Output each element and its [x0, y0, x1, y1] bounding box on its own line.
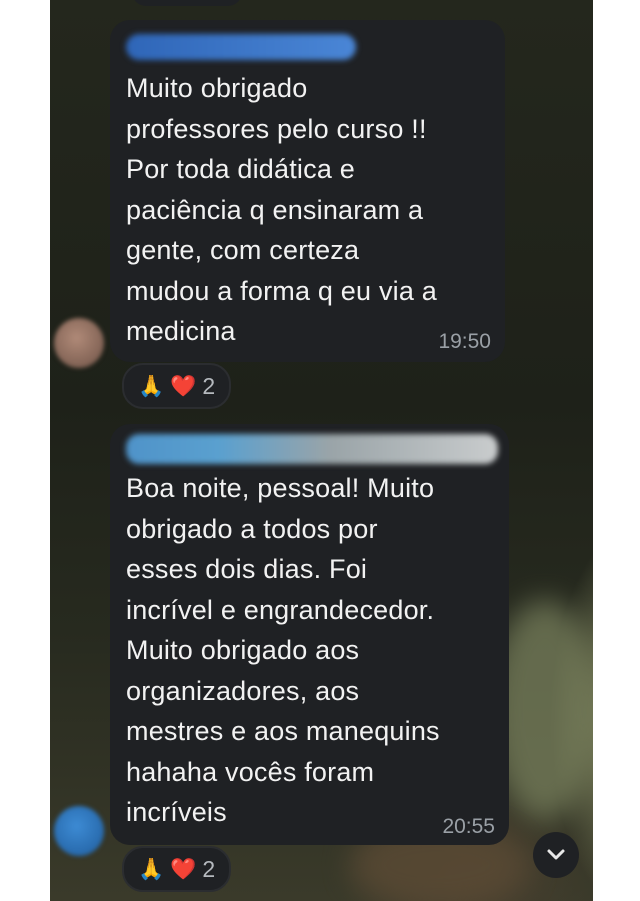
pray-icon: 🙏: [138, 856, 165, 881]
message-line: obrigado a todos por: [126, 513, 378, 544]
message-line: hahaha vocês foram: [126, 756, 375, 787]
message-line: Muito obrigado: [126, 73, 308, 103]
scroll-down-button[interactable]: [533, 832, 579, 878]
message-line: Por toda didática e: [126, 154, 355, 184]
chat-area[interactable]: Muito obrigado professores pelo curso !!…: [50, 0, 593, 901]
message-text: Muito obrigado professores pelo curso !!…: [126, 68, 437, 352]
message-text: Boa noite, pessoal! Muito obrigado a tod…: [126, 468, 440, 833]
heart-icon: ❤️: [170, 856, 197, 881]
message-line: mudou a forma q eu via a: [126, 275, 437, 306]
reaction-count: 2: [202, 372, 216, 399]
message-bubble[interactable]: Boa noite, pessoal! Muito obrigado a tod…: [110, 424, 509, 845]
reactions-pill[interactable]: 🙏 ❤️ 2: [122, 846, 232, 892]
message-bubble[interactable]: Muito obrigado professores pelo curso !!…: [110, 20, 505, 362]
message-line: Muito obrigado aos: [126, 635, 360, 665]
chevron-down-icon: [547, 849, 565, 860]
heart-icon: ❤️: [170, 373, 197, 398]
message-line: gente, com certeza: [126, 235, 360, 265]
message-line: paciência q ensinaram a: [126, 194, 424, 225]
reactions-pill[interactable]: 🙏 ❤️ 2: [122, 363, 232, 409]
message-line: medicina: [126, 316, 236, 346]
sender-avatar[interactable]: [54, 318, 104, 368]
message-line: incríveis: [126, 797, 227, 827]
reaction-count: 2: [202, 855, 216, 882]
message-line: esses dois dias. Foi: [126, 554, 368, 584]
message-timestamp: 19:50: [438, 330, 491, 353]
message-timestamp: 20:55: [442, 815, 495, 838]
sender-name-redacted: [126, 34, 356, 60]
previous-reaction-stub: [132, 0, 242, 6]
sender-name-redacted: [126, 434, 498, 464]
sender-avatar[interactable]: [54, 806, 104, 856]
pray-icon: 🙏: [138, 373, 165, 398]
message-line: incrível e engrandecedor.: [126, 594, 435, 625]
message-line: Boa noite, pessoal! Muito: [126, 473, 435, 503]
message-line: professores pelo curso !!: [126, 113, 427, 144]
message-line: organizadores, aos: [126, 675, 360, 706]
message-line: mestres e aos manequins: [126, 716, 440, 746]
